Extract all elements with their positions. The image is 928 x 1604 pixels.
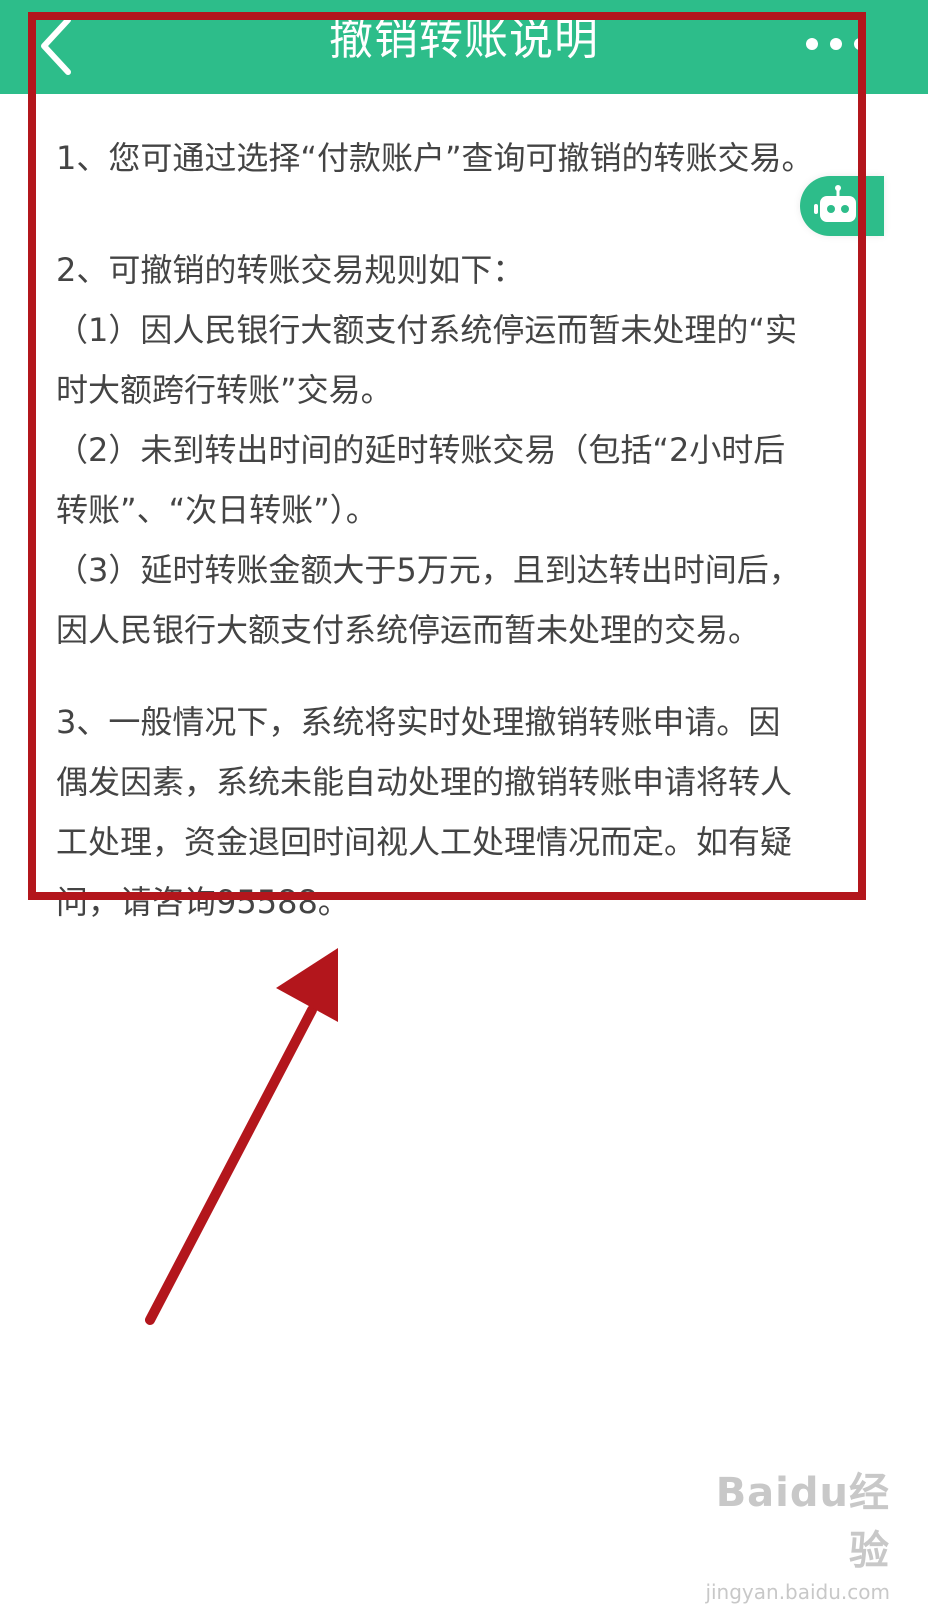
item-2-heading: 2、可撤销的转账交易规则如下： xyxy=(56,251,525,289)
item-3-line-1: 3、一般情况下，系统将实时处理撤销转账申请。因 xyxy=(56,703,781,741)
top-nav-bar: 撤销转账说明 xyxy=(0,0,928,94)
instructions-content: 1、您可通过选择“付款账户”查询可撤销的转账交易。 2、可撤销的转账交易规则如下… xyxy=(56,128,856,932)
rule-3-line-2: 因人民银行大额支付系统停运而暂未处理的交易。 xyxy=(56,611,761,649)
page-title: 撤销转账说明 xyxy=(329,14,599,65)
rule-3-line-1: （3）延时转账金额大于5万元，且到达转出时间后， xyxy=(56,551,801,589)
item-3-line-4: 问，请咨询95588。 xyxy=(56,883,350,921)
rule-1-line-1: （1）因人民银行大额支付系统停运而暂未处理的“实 xyxy=(56,311,797,349)
more-button[interactable] xyxy=(804,28,868,60)
baidu-watermark: Baidu经验 jingyan.baidu.com xyxy=(690,1460,890,1604)
watermark-url: jingyan.baidu.com xyxy=(705,1580,890,1604)
watermark-brand: Baidu经验 xyxy=(715,1470,890,1574)
more-dots-icon xyxy=(806,38,866,50)
assistant-robot-button[interactable] xyxy=(800,176,884,236)
item-3-line-2: 偶发因素，系统未能自动处理的撤销转账申请将转人 xyxy=(56,763,793,801)
rule-1-line-2: 时大额跨行转账”交易。 xyxy=(56,371,393,409)
robot-assistant-icon xyxy=(814,185,862,222)
item-1-text: 1、您可通过选择“付款账户”查询可撤销的转账交易。 xyxy=(56,139,814,177)
item-3-line-3: 工处理，资金退回时间视人工处理情况而定。如有疑 xyxy=(56,823,793,861)
rule-2-line-1: （2）未到转出时间的延时转账交易（包括“2小时后 xyxy=(56,431,786,469)
rule-2-line-2: 转账”、“次日转账”）。 xyxy=(56,491,378,529)
